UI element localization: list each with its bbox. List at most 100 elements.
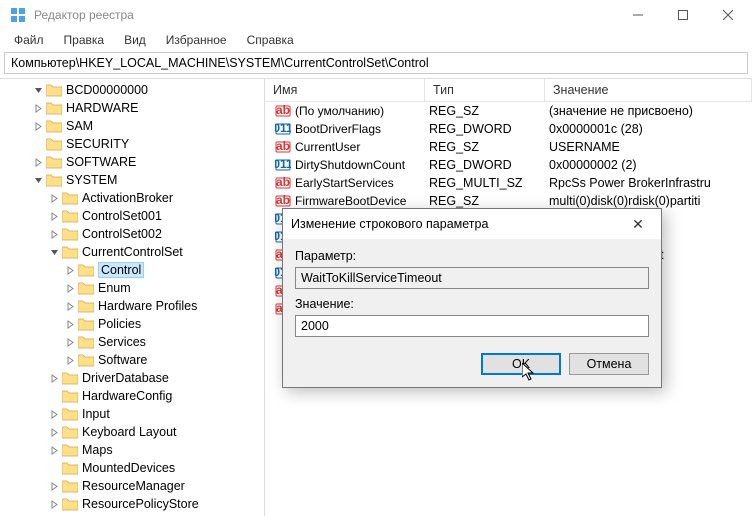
svg-text:ab: ab — [276, 175, 290, 189]
chevron-right-icon[interactable] — [48, 426, 60, 438]
ok-button[interactable]: OK — [481, 353, 561, 375]
expander-empty — [48, 390, 60, 402]
tree-item[interactable]: Policies — [0, 315, 264, 333]
tree-item[interactable]: ResourceManager — [0, 477, 264, 495]
dialog-close-button[interactable]: ✕ — [623, 216, 653, 233]
svg-text:ab: ab — [276, 103, 290, 117]
svg-text:011: 011 — [275, 121, 291, 135]
tree-label: ControlSet001 — [82, 209, 162, 223]
maximize-button[interactable] — [660, 1, 705, 29]
col-type[interactable]: Тип — [425, 79, 545, 101]
tree-label: Maps — [82, 443, 113, 457]
list-row[interactable]: abEarlyStartServicesREG_MULTI_SZRpcSs Po… — [265, 174, 752, 192]
chevron-right-icon[interactable] — [48, 192, 60, 204]
chevron-right-icon[interactable] — [48, 480, 60, 492]
chevron-right-icon[interactable] — [32, 156, 44, 168]
minimize-button[interactable] — [615, 1, 660, 29]
close-button[interactable] — [705, 1, 750, 29]
tree-item[interactable]: BCD00000000 — [0, 81, 264, 99]
menu-favorites[interactable]: Избранное — [158, 31, 235, 49]
chevron-right-icon[interactable] — [64, 282, 76, 294]
expander-empty — [32, 138, 44, 150]
tree-item[interactable]: HARDWARE — [0, 99, 264, 117]
tree-item[interactable]: Services — [0, 333, 264, 351]
tree-item[interactable]: Hardware Profiles — [0, 297, 264, 315]
value-name: DirtyShutdownCount — [295, 158, 405, 172]
value-data: 0x00000002 (2) — [545, 158, 752, 172]
tree-label: SOFTWARE — [66, 155, 136, 169]
list-row[interactable]: 011DirtyShutdownCountREG_DWORD0x00000002… — [265, 156, 752, 174]
chevron-right-icon[interactable] — [48, 408, 60, 420]
address-bar[interactable]: Компьютер\HKEY_LOCAL_MACHINE\SYSTEM\Curr… — [4, 52, 748, 74]
svg-text:ab: ab — [276, 139, 290, 153]
tree-item[interactable]: ResourcePolicyStore — [0, 495, 264, 513]
tree-item[interactable]: SECURITY — [0, 135, 264, 153]
value-field[interactable] — [295, 315, 649, 337]
tree-panel[interactable]: BCD00000000HARDWARE SAM SECURITY SOFTWARE SY… — [0, 79, 265, 516]
tree-item[interactable]: MountedDevices — [0, 459, 264, 477]
chevron-down-icon[interactable] — [32, 84, 44, 96]
window-title: Редактор реестра — [34, 8, 615, 22]
list-row[interactable]: abCurrentUserREG_SZUSERNAME — [265, 138, 752, 156]
chevron-right-icon[interactable] — [48, 372, 60, 384]
chevron-right-icon[interactable] — [64, 264, 76, 276]
tree-item[interactable]: Keyboard Layout — [0, 423, 264, 441]
list-row[interactable]: ab (По умолчанию) REG_SZ(значение не присв… — [265, 102, 752, 120]
chevron-down-icon[interactable] — [48, 246, 60, 258]
tree-item[interactable]: Software — [0, 351, 264, 369]
value-name: FirmwareBootDevice — [295, 194, 406, 208]
tree-item[interactable]: ControlSet001 — [0, 207, 264, 225]
value-type: REG_MULTI_SZ — [425, 176, 545, 190]
tree-label: SAM — [66, 119, 93, 133]
value-data: (значение не присвоено) — [545, 104, 752, 118]
tree-label: ResourceManager — [82, 479, 185, 493]
value-label: Значение: — [295, 297, 649, 311]
tree-item[interactable]: ControlSet002 — [0, 225, 264, 243]
tree-item[interactable]: HardwareConfig — [0, 387, 264, 405]
col-value[interactable]: Значение — [545, 79, 752, 101]
menubar: Файл Правка Вид Избранное Справка — [0, 30, 752, 50]
chevron-right-icon[interactable] — [64, 354, 76, 366]
list-row[interactable]: 011BootDriverFlagsREG_DWORD0x0000001c (2… — [265, 120, 752, 138]
chevron-right-icon[interactable] — [64, 300, 76, 312]
titlebar: Редактор реестра — [0, 0, 752, 30]
chevron-right-icon[interactable] — [48, 498, 60, 510]
tree-item[interactable]: DriverDatabase — [0, 369, 264, 387]
value-type: REG_SZ — [425, 104, 545, 118]
tree-item[interactable]: Control — [0, 261, 264, 279]
menu-help[interactable]: Справка — [239, 31, 302, 49]
chevron-right-icon[interactable] — [48, 228, 60, 240]
tree-item[interactable]: Input — [0, 405, 264, 423]
menu-view[interactable]: Вид — [116, 31, 154, 49]
chevron-right-icon[interactable] — [32, 120, 44, 132]
value-type: REG_SZ — [425, 140, 545, 154]
chevron-right-icon[interactable] — [48, 210, 60, 222]
value-type: REG_DWORD — [425, 122, 545, 136]
tree-label: ResourcePolicyStore — [82, 497, 199, 511]
tree-item[interactable]: CurrentControlSet — [0, 243, 264, 261]
value-type: REG_SZ — [425, 194, 545, 208]
value-name: BootDriverFlags — [295, 122, 381, 136]
value-name: (По умолчанию) — [295, 104, 384, 118]
tree-item[interactable]: SAM — [0, 117, 264, 135]
chevron-right-icon[interactable] — [32, 102, 44, 114]
menu-file[interactable]: Файл — [6, 31, 52, 49]
chevron-right-icon[interactable] — [48, 444, 60, 456]
chevron-right-icon[interactable] — [64, 336, 76, 348]
value-name: CurrentUser — [295, 140, 360, 154]
tree-item[interactable]: Maps — [0, 441, 264, 459]
col-name[interactable]: Имя — [265, 79, 425, 101]
value-type: REG_DWORD — [425, 158, 545, 172]
tree-label: Services — [98, 335, 146, 349]
tree-item[interactable]: Enum — [0, 279, 264, 297]
dialog-titlebar[interactable]: Изменение строкового параметра ✕ — [283, 209, 661, 239]
chevron-right-icon[interactable] — [64, 318, 76, 330]
tree-item[interactable]: SYSTEM — [0, 171, 264, 189]
param-field — [295, 267, 649, 289]
tree-item[interactable]: SOFTWARE — [0, 153, 264, 171]
chevron-down-icon[interactable] — [32, 174, 44, 186]
cancel-button[interactable]: Отмена — [569, 353, 649, 375]
menu-edit[interactable]: Правка — [56, 31, 113, 49]
tree-item[interactable]: ActivationBroker — [0, 189, 264, 207]
tree-label: Software — [98, 353, 147, 367]
